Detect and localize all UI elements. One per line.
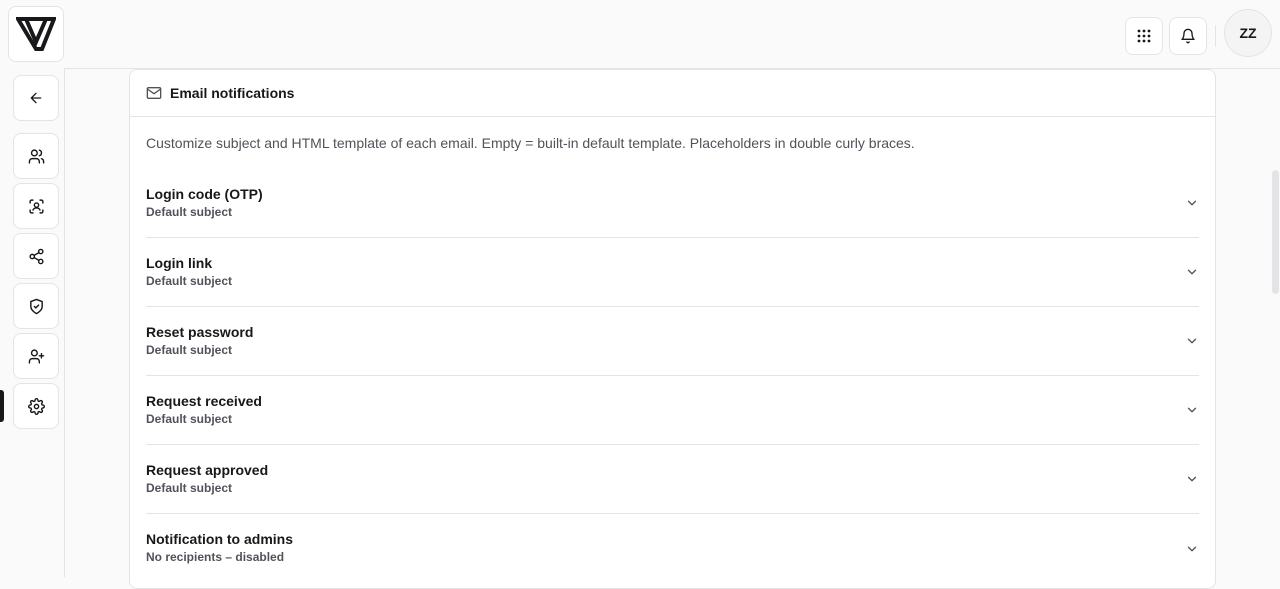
sidebar-item-add-user[interactable] <box>13 333 59 379</box>
sidebar-item-share[interactable] <box>13 233 59 279</box>
sidebar-item-settings[interactable] <box>13 383 59 429</box>
apps-button[interactable] <box>1125 16 1163 55</box>
chevron-down-icon[interactable] <box>1185 403 1199 417</box>
sidebar-back-button[interactable] <box>13 75 59 121</box>
template-subtitle: Default subject <box>146 411 233 426</box>
template-subtitle: Default subject <box>146 204 233 219</box>
template-subtitle: No recipients – disabled <box>146 550 285 564</box>
share-icon <box>28 248 44 264</box>
template-row-login-link[interactable]: Login link Default subject <box>146 238 1199 307</box>
template-title: Request received <box>146 392 262 409</box>
active-indicator <box>0 390 4 422</box>
topbar-actions: ZZ <box>1119 9 1272 57</box>
mail-icon <box>146 87 162 99</box>
chevron-down-icon[interactable] <box>1185 196 1199 210</box>
grid-dots-icon <box>1137 29 1151 42</box>
template-row-login-code[interactable]: Login code (OTP) Default subject <box>146 169 1199 238</box>
chevron-down-icon[interactable] <box>1185 265 1199 279</box>
shield-check-icon <box>29 298 43 314</box>
chevron-down-icon[interactable] <box>1185 542 1199 556</box>
page-scrollbar[interactable] <box>1272 170 1279 294</box>
bell-icon <box>1181 28 1195 43</box>
template-title: Login code (OTP) <box>146 185 263 202</box>
user-plus-icon <box>28 348 44 364</box>
template-subtitle: Default subject <box>146 273 233 288</box>
template-row-reset-password[interactable]: Reset password Default subject <box>146 307 1199 376</box>
app-logo[interactable] <box>8 6 64 62</box>
template-title: Reset password <box>146 323 254 340</box>
sidebar-item-security[interactable] <box>13 283 59 329</box>
notifications-button[interactable] <box>1169 16 1207 55</box>
card-header: Email notifications <box>130 70 1215 117</box>
sidebar-divider <box>64 68 65 577</box>
template-row-admin-notification[interactable]: Notification to admins No recipients – di… <box>146 514 1199 583</box>
chevron-down-icon[interactable] <box>1185 334 1199 348</box>
template-title: Login link <box>146 254 213 271</box>
sidebar-item-face-scan[interactable] <box>13 183 59 229</box>
template-title: Request approved <box>146 461 269 478</box>
chevron-down-icon[interactable] <box>1185 472 1199 486</box>
topbar-divider <box>1215 24 1216 47</box>
card-description: Customize subject and HTML template of e… <box>146 135 915 151</box>
template-list: Login code (OTP) Default subject Login li… <box>130 169 1215 583</box>
template-title: Notification to admins <box>146 531 293 547</box>
template-row-request-approved[interactable]: Request approved Default subject <box>146 445 1199 514</box>
back-arrow-icon <box>30 92 42 104</box>
logo-icon <box>16 17 56 51</box>
face-scan-icon <box>28 198 44 214</box>
sidebar-item-users[interactable] <box>13 133 59 179</box>
email-notifications-card: Email notifications Customize subject an… <box>129 69 1216 589</box>
template-subtitle: Default subject <box>146 342 233 357</box>
user-avatar[interactable]: ZZ <box>1224 9 1272 57</box>
users-icon <box>28 148 44 164</box>
template-row-request-received[interactable]: Request received Default subject <box>146 376 1199 445</box>
template-subtitle: Default subject <box>146 480 233 495</box>
card-title: Email notifications <box>170 85 295 101</box>
gear-icon <box>27 397 45 415</box>
